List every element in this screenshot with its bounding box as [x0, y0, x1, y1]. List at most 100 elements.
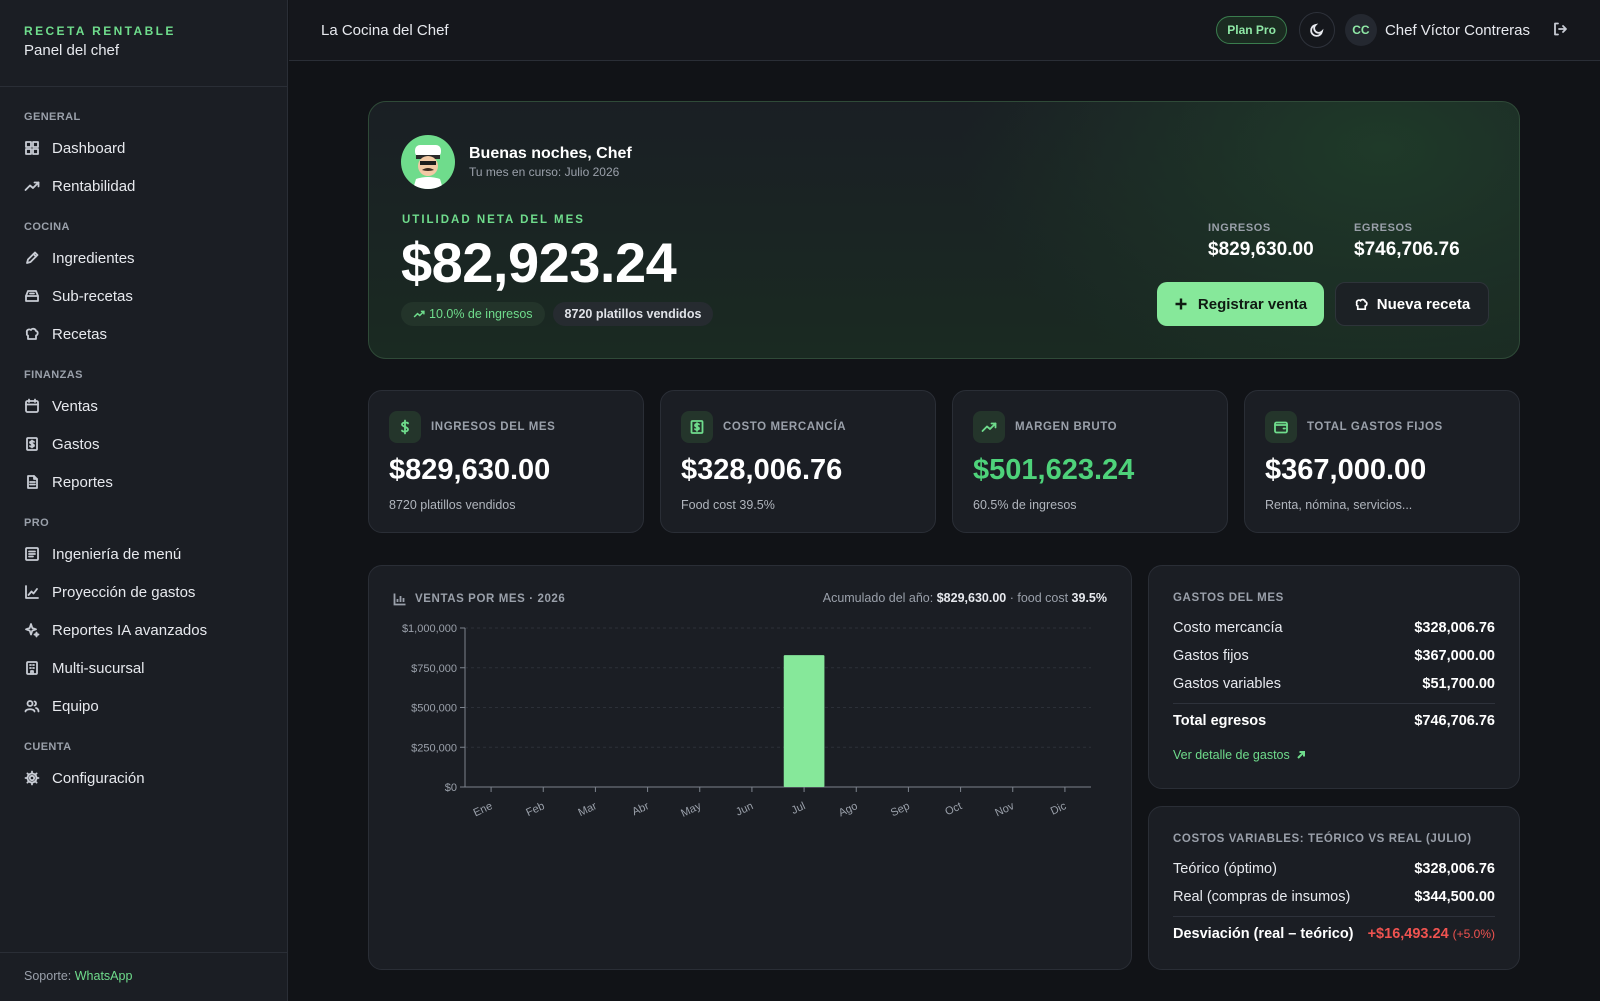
- receipt-icon: [26, 437, 38, 451]
- sidebar: RECETA RENTABLE Panel del chef GENERAL D…: [0, 0, 288, 1001]
- sidebar-item-label: Recetas: [52, 325, 108, 343]
- sidebar-item-rentabilidad[interactable]: Rentabilidad: [0, 167, 287, 205]
- sidebar-item-label: Dashboard: [52, 139, 126, 157]
- sidebar-nav: GENERAL Dashboard Rentabilidad COCINA In…: [0, 87, 287, 797]
- avatar[interactable]: CC: [1344, 14, 1377, 46]
- sidebar-item-ventas[interactable]: Ventas: [0, 387, 287, 425]
- support-label: Soporte:: [24, 969, 72, 983]
- sidebar-item-reportes[interactable]: Reportes: [0, 463, 287, 501]
- net-profit-amount: $82,923.24: [401, 231, 677, 294]
- sidebar-item-gastos[interactable]: Gastos: [0, 425, 287, 463]
- user-name[interactable]: Chef Víctor Contreras: [1385, 22, 1530, 39]
- whatsapp-link[interactable]: WhatsApp: [75, 969, 133, 983]
- kpi-label: INGRESOS DEL MES: [431, 421, 556, 433]
- plan-badge: Plan Pro: [1216, 16, 1287, 44]
- trending-up-icon: [413, 310, 425, 318]
- expense-detail-link[interactable]: Ver detalle de gastos: [1173, 748, 1306, 762]
- expenses-card: GASTOS DEL MES Costo mercancía $328,006.…: [1148, 565, 1520, 789]
- logout-button[interactable]: [1552, 21, 1568, 40]
- sidebar-item-reportes-ia[interactable]: Reportes IA avanzados: [0, 611, 287, 649]
- sidebar-item-configuracion[interactable]: Configuración: [0, 759, 287, 797]
- chef-illustration-icon: [413, 145, 443, 189]
- sidebar-item-label: Reportes: [52, 473, 113, 491]
- nav-section-finanzas: FINANZAS: [24, 369, 83, 381]
- variable-cost-row: Teórico (óptimo) $328,006.76: [1173, 861, 1495, 877]
- wallet-icon: [1274, 421, 1288, 434]
- x-tick-label: May: [679, 800, 703, 820]
- expense-label: Costo mercancía: [1173, 620, 1283, 636]
- x-tick-label: Oct: [943, 800, 964, 818]
- x-tick-label: Abr: [630, 800, 651, 818]
- expense-value: $367,000.00: [1414, 648, 1495, 664]
- arrow-up-right-icon: [1297, 751, 1305, 759]
- sidebar-item-multi-sucursal[interactable]: Multi-sucursal: [0, 649, 287, 687]
- sidebar-item-sub-recetas[interactable]: Sub-recetas: [0, 277, 287, 315]
- chef-hat-icon: [1355, 298, 1368, 310]
- sidebar-item-label: Gastos: [52, 435, 100, 453]
- kpi-subtext: 60.5% de ingresos: [973, 498, 1077, 512]
- moon-icon: [1310, 23, 1324, 37]
- trending-up-icon: [981, 422, 997, 432]
- current-month: Tu mes en curso: Julio 2026: [469, 165, 620, 179]
- nav-section-cuenta: CUENTA: [24, 741, 72, 753]
- kpi-card-cost: COSTO MERCANCÍA $328,006.76 Food cost 39…: [660, 390, 936, 533]
- kpi-card-fixed: TOTAL GASTOS FIJOS $367,000.00 Renta, nó…: [1244, 390, 1520, 533]
- building-icon: [26, 661, 38, 675]
- x-tick-label: Nov: [993, 800, 1016, 819]
- nav-section-pro: PRO: [24, 517, 50, 529]
- divider: [1173, 916, 1495, 917]
- deviation-row: Desviación (real – teórico) +$16,493.24(…: [1173, 926, 1495, 942]
- nav-section-cocina: COCINA: [24, 221, 70, 233]
- y-tick-label: $1,000,000: [402, 623, 457, 635]
- sidebar-item-proyeccion-gastos[interactable]: Proyección de gastos: [0, 573, 287, 611]
- variable-cost-label: Real (compras de insumos): [1173, 889, 1351, 905]
- sidebar-item-ingenieria-menu[interactable]: Ingeniería de menú: [0, 535, 287, 573]
- support-footer: Soporte: WhatsApp: [0, 952, 287, 1001]
- new-recipe-button[interactable]: Nueva receta: [1335, 282, 1489, 326]
- sidebar-item-equipo[interactable]: Equipo: [0, 687, 287, 725]
- x-tick-label: Feb: [524, 800, 546, 819]
- sparkle-icon: [25, 623, 40, 638]
- sidebar-item-label: Configuración: [52, 769, 145, 787]
- kpi-subtext: Renta, nómina, servicios...: [1265, 498, 1413, 512]
- variable-cost-value: $344,500.00: [1414, 889, 1495, 905]
- y-tick-label: $500,000: [411, 703, 457, 715]
- expense-value: $51,700.00: [1422, 676, 1495, 692]
- profit-percent-text: 10.0% de ingresos: [429, 307, 533, 321]
- expenses-stat: EGRESOS $746,706.76: [1354, 222, 1460, 261]
- line-chart-icon: [25, 585, 39, 599]
- sidebar-item-label: Ventas: [52, 397, 98, 415]
- sidebar-item-label: Ingredientes: [52, 249, 135, 267]
- theme-toggle-button[interactable]: [1298, 12, 1335, 48]
- deviation-label: Desviación (real – teórico): [1173, 926, 1354, 942]
- trending-up-icon: [24, 181, 40, 191]
- brand-subtitle: Panel del chef: [24, 42, 120, 59]
- x-tick-label: Mar: [577, 800, 600, 819]
- variable-cost-label: Teórico (óptimo): [1173, 861, 1277, 877]
- kpi-label: MARGEN BRUTO: [1015, 421, 1118, 433]
- sidebar-item-recetas[interactable]: Recetas: [0, 315, 287, 353]
- sales-bar-chart: $0 $250,000 $500,000 $750,000 $1,000,000 Ene F…: [402, 623, 1091, 820]
- hero-chips: 10.0% de ingresos 8720 platillos vendido…: [401, 302, 721, 326]
- y-tick-label: $750,000: [411, 663, 457, 675]
- file-icon: [27, 475, 38, 489]
- x-tick-label: Ene: [472, 800, 495, 819]
- sidebar-item-label: Equipo: [52, 697, 99, 715]
- sidebar-item-ingredientes[interactable]: Ingredientes: [0, 239, 287, 277]
- expense-row: Gastos fijos $367,000.00: [1173, 648, 1495, 664]
- variable-costs-title: COSTOS VARIABLES: TEÓRICO VS REAL (JULIO…: [1173, 833, 1472, 845]
- topbar-actions: Plan Pro CC Chef Víctor Contreras: [1216, 12, 1568, 48]
- y-tick-label: $250,000: [411, 742, 457, 754]
- register-sale-button[interactable]: Registrar venta: [1157, 282, 1324, 326]
- expense-total-row: Total egresos $746,706.76: [1173, 713, 1495, 729]
- x-tick-label: Jul: [790, 800, 808, 817]
- hero-card: Buenas noches, Chef Tu mes en curso: Jul…: [368, 101, 1520, 359]
- logout-icon: [1554, 22, 1567, 35]
- variable-cost-value: $328,006.76: [1414, 861, 1495, 877]
- sidebar-item-dashboard[interactable]: Dashboard: [0, 129, 287, 167]
- nav-section-general: GENERAL: [24, 111, 81, 123]
- sidebar-item-label: Ingeniería de menú: [52, 545, 182, 563]
- income-value: $829,630.00: [1208, 239, 1314, 260]
- plus-icon: [1175, 298, 1187, 310]
- sales-chart-card: VENTAS POR MES · 2026 Acumulado del año:…: [368, 565, 1132, 970]
